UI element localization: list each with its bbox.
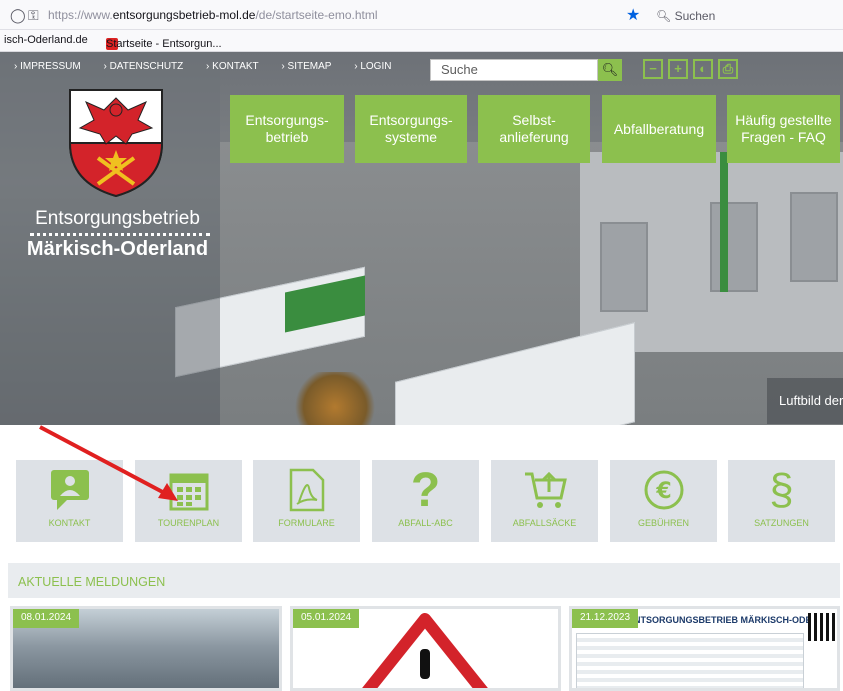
cart-icon <box>491 466 598 514</box>
lock-icon[interactable]: ⚿ <box>28 7 39 24</box>
nav-tile-selbstanlieferung[interactable]: Selbst- anlieferung <box>478 95 590 163</box>
hero-green-strip <box>720 152 728 292</box>
news-card[interactable]: ENTSORGUNGSBETRIEB MÄRKISCH-ODERLAND 21.… <box>569 606 840 691</box>
url-text[interactable]: https://www.entsorgungsbetrieb-mol.de/de… <box>48 8 378 22</box>
quicklink-label: KONTAKT <box>48 518 91 528</box>
news-card[interactable]: 08.01.2024 <box>10 606 282 691</box>
logo-line-2: Märkisch-Oderland <box>26 238 209 260</box>
search-button[interactable]: 🔍︎ <box>598 59 622 81</box>
print-button[interactable]: ⎙ <box>718 59 738 79</box>
plus-icon: + <box>674 61 682 76</box>
contrast-icon: ◐ <box>699 61 707 76</box>
news-card[interactable]: 05.01.2024 <box>290 606 561 691</box>
hero-caption: Luftbild der <box>767 378 843 424</box>
qr-code-icon <box>808 613 836 641</box>
print-icon: ⎙ <box>722 61 734 76</box>
nav-tile-entsorgungsbetrieb[interactable]: Entsorgungs- betrieb <box>230 95 344 163</box>
calendar-table <box>576 633 804 688</box>
top-navigation: › IMPRESSUM › DATENSCHUTZ › KONTAKT › SI… <box>0 56 843 82</box>
hero-hall-door <box>600 222 648 312</box>
logo-line-1: Entsorgungsbetrieb <box>35 208 200 229</box>
nav-tile-faq[interactable]: Häufig gestellte Fragen - FAQ <box>727 95 840 163</box>
question-mark-icon: ? <box>410 463 441 517</box>
quicklink-label: SATZUNGEN <box>754 518 809 528</box>
euro-icon: € <box>610 466 717 514</box>
news-heading: AKTUELLE MELDUNGEN <box>8 563 840 598</box>
bookmark-star-icon[interactable]: ★ <box>626 5 640 25</box>
minus-icon: − <box>649 61 657 76</box>
hero-hall-door <box>790 192 838 282</box>
bookmarks-bar: isch-Oderland.de Startseite - Entsorgun.… <box>0 30 843 52</box>
nav-link-datenschutz[interactable]: › DATENSCHUTZ <box>103 61 193 72</box>
coat-of-arms-icon <box>68 89 164 198</box>
bookmark-item[interactable]: isch-Oderland.de <box>4 34 88 46</box>
quicklink-gebuehren[interactable]: € GEBÜHREN <box>610 460 717 542</box>
quicklink-abfall-abc[interactable]: ? ABFALL-ABC <box>372 460 479 542</box>
nav-tile-entsorgungssysteme[interactable]: Entsorgungs- systeme <box>355 95 467 163</box>
quicklink-label: FORMULARE <box>278 518 335 528</box>
zoom-out-button[interactable]: − <box>643 59 663 79</box>
hero-hall-door <box>710 202 758 292</box>
quicklink-formulare[interactable]: FORMULARE <box>253 460 360 542</box>
quicklink-satzungen[interactable]: § SATZUNGEN <box>728 460 835 542</box>
news-date: 05.01.2024 <box>293 609 360 628</box>
meta-links: › IMPRESSUM › DATENSCHUTZ › KONTAKT › SI… <box>14 61 411 72</box>
quicklink-label: ABFALLSÄCKE <box>512 518 577 528</box>
hero-tree <box>290 372 380 425</box>
zoom-in-button[interactable]: + <box>668 59 688 79</box>
search-icon: 🔍︎ <box>601 62 619 77</box>
svg-text:€: € <box>655 479 671 504</box>
shield-icon[interactable]: ◯ <box>10 7 26 24</box>
news-date: 08.01.2024 <box>13 609 80 628</box>
quicklink-abfallsaecke[interactable]: ABFALLSÄCKE <box>491 460 598 542</box>
browser-search-field[interactable]: 🔍︎ Suchen <box>648 6 843 26</box>
nav-tile-abfallberatung[interactable]: Abfallberatung <box>602 95 716 163</box>
paragraph-icon: § <box>769 465 794 514</box>
site-search-input[interactable]: Suche <box>430 59 598 81</box>
quicklink-label: TOURENPLAN <box>157 518 220 528</box>
nav-link-sitemap[interactable]: › SITEMAP <box>281 61 341 72</box>
logo-divider <box>30 233 210 236</box>
site-logo[interactable]: Entsorgungsbetrieb Märkisch-Oderland <box>15 88 220 260</box>
news-date: 21.12.2023 <box>572 609 639 628</box>
nav-link-login[interactable]: › LOGIN <box>354 61 401 72</box>
contrast-button[interactable]: ◐ <box>693 59 713 79</box>
pdf-document-icon <box>253 466 360 514</box>
nav-link-kontakt[interactable]: › KONTAKT <box>206 61 269 72</box>
browser-url-bar: ◯ ⚿ https://www.entsorgungsbetrieb-mol.d… <box>0 0 843 30</box>
nav-link-impressum[interactable]: › IMPRESSUM <box>14 61 91 72</box>
annotation-arrow <box>39 425 178 501</box>
quicklink-label: GEBÜHREN <box>637 518 689 528</box>
quicklink-label: ABFALL-ABC <box>398 518 453 528</box>
